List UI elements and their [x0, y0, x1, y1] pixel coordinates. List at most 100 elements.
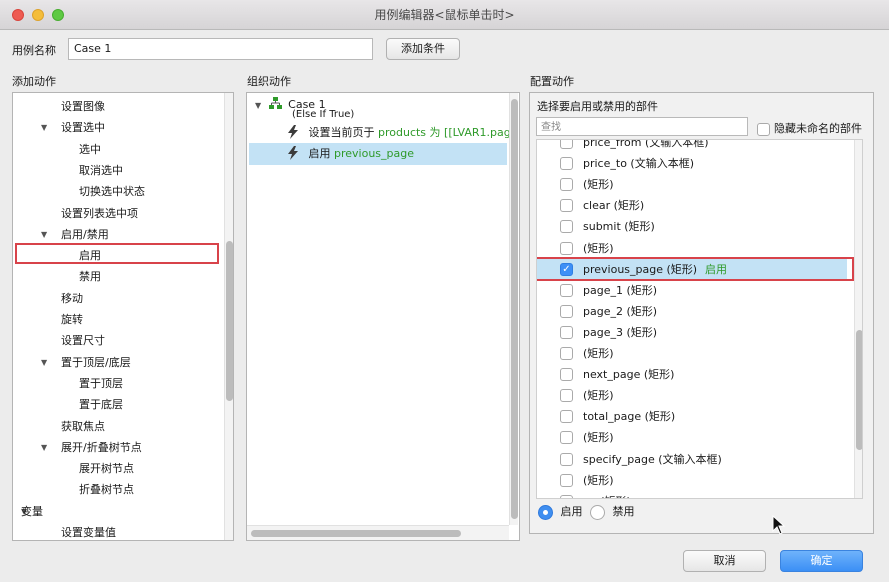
maximize-window-button[interactable] — [52, 9, 64, 21]
widget-label: (矩形) — [583, 473, 614, 487]
widget-row[interactable]: (矩形) — [537, 174, 847, 195]
widget-row[interactable]: submit (矩形) — [537, 216, 847, 237]
widget-label: (矩形) — [583, 347, 614, 360]
widget-label: price_from (文输入本框) — [583, 139, 709, 149]
widget-checkbox[interactable] — [560, 494, 573, 498]
action-tree-item[interactable]: 设置列表选中项 — [13, 203, 218, 224]
expand-caret-icon[interactable]: ▼ — [41, 117, 47, 138]
action-tree-scroll-thumb[interactable] — [226, 241, 233, 401]
widget-row[interactable]: page_1 (矩形) — [537, 280, 847, 301]
minimize-window-button[interactable] — [32, 9, 44, 21]
action-tree-item[interactable]: 取消选中 — [13, 160, 218, 181]
expand-caret-icon[interactable]: ▼ — [255, 101, 261, 110]
widget-row[interactable]: (矩形) — [537, 343, 847, 364]
action-tree-item[interactable]: 禁用 — [13, 266, 218, 287]
hide-unnamed-checkbox[interactable] — [757, 122, 770, 136]
action-tree-scrollbar[interactable] — [224, 93, 233, 540]
action-tree-item[interactable]: 折叠树节点 — [13, 479, 218, 500]
widget-checkbox[interactable] — [560, 220, 573, 234]
action-tree-item[interactable]: ▼ 启用/禁用 — [13, 224, 218, 245]
action-tree-item[interactable]: 选中 — [13, 139, 218, 160]
cancel-button[interactable]: 取消 — [683, 550, 766, 572]
add-condition-button[interactable]: 添加条件 — [386, 38, 460, 60]
action-tree-item[interactable]: 移动 — [13, 288, 218, 309]
widget-checkbox[interactable] — [560, 325, 573, 339]
widget-list-scroll-thumb[interactable] — [856, 330, 862, 450]
action-tree-item[interactable]: 获取焦点 — [13, 416, 218, 437]
widget-label: clear (矩形) — [583, 199, 645, 213]
widget-row[interactable]: price_to (文输入本框) — [537, 153, 847, 174]
action-tree-item[interactable]: 设置尺寸 — [13, 330, 218, 351]
case-node-condition: (Else If True) — [292, 109, 355, 120]
organize-vertical-scrollbar[interactable] — [509, 93, 518, 525]
action-tree-item[interactable]: 设置变量值 — [13, 522, 218, 540]
widget-row[interactable]: specify_page (文输入本框) — [537, 449, 847, 470]
action-row-enable[interactable]: 启用 previous_page — [249, 143, 507, 165]
action-tree-item[interactable]: 置于底层 — [13, 394, 218, 415]
widget-checkbox[interactable] — [560, 389, 573, 403]
hide-unnamed-toggle[interactable]: 隐藏未命名的部件 — [757, 120, 862, 136]
case-name-input[interactable]: Case 1 — [68, 38, 373, 60]
widget-checkbox[interactable] — [560, 347, 573, 360]
widget-checkbox[interactable] — [560, 410, 573, 424]
widget-row[interactable]: go (矩形) — [537, 491, 847, 498]
widget-row[interactable]: price_from (文输入本框) — [537, 139, 847, 153]
widget-row[interactable]: page_3 (矩形) — [537, 322, 847, 343]
action-tree-item[interactable]: 置于顶层 — [13, 373, 218, 394]
widget-row[interactable]: (矩形) — [537, 238, 847, 259]
widget-row[interactable]: (矩形) — [537, 427, 847, 448]
widget-row[interactable]: total_page (矩形) — [537, 406, 847, 427]
widget-label: page_2 (矩形) — [583, 304, 658, 318]
enable-radio[interactable] — [538, 504, 553, 520]
configure-title: 选择要启用或禁用的部件 — [537, 100, 658, 113]
ok-button[interactable]: 确定 — [780, 550, 863, 572]
widget-row[interactable]: page_2 (矩形) — [537, 301, 847, 322]
widget-list-scrollbar[interactable] — [854, 140, 862, 498]
action-tree-item[interactable]: ▼ 置于顶层/底层 — [13, 352, 218, 373]
widget-checkbox[interactable] — [560, 304, 573, 318]
widget-checkbox[interactable] — [560, 431, 573, 445]
action1-target: products 为 [[LVAR1.pag — [378, 126, 511, 139]
widget-label: specify_page (文输入本框) — [583, 452, 722, 466]
disable-radio[interactable] — [590, 504, 605, 520]
widget-search-input[interactable]: 查找 — [536, 117, 748, 136]
action-tree-label: 折叠树节点 — [79, 483, 134, 497]
widget-checkbox[interactable] — [560, 368, 573, 382]
widget-checkbox[interactable] — [560, 283, 573, 297]
organize-vscroll-thumb[interactable] — [511, 99, 518, 519]
widget-checkbox[interactable] — [560, 157, 573, 171]
widget-label: (矩形) — [583, 241, 614, 255]
organize-horizontal-scrollbar[interactable] — [247, 525, 509, 540]
widget-checkbox[interactable] — [560, 199, 573, 213]
action-tree-label: 设置图像 — [61, 100, 105, 113]
action-tree-item[interactable]: 展开树节点 — [13, 458, 218, 479]
organize-hscroll-thumb[interactable] — [251, 530, 461, 537]
widget-checkbox[interactable] — [560, 473, 573, 487]
widget-label: next_page (矩形) — [583, 368, 675, 382]
widget-checkbox[interactable] — [560, 178, 573, 192]
hide-unnamed-label: 隐藏未命名的部件 — [774, 122, 862, 135]
widget-row[interactable]: ✓ previous_page (矩形) 启用 — [537, 256, 854, 281]
action-tree-item[interactable]: ▼ 展开/折叠树节点 — [13, 437, 218, 458]
action-tree-item[interactable]: ▼ 设置选中 — [13, 117, 218, 138]
widget-checkbox[interactable] — [560, 452, 573, 466]
expand-caret-icon[interactable]: ▼ — [41, 352, 47, 373]
action-tree-item[interactable]: 设置图像 — [13, 96, 218, 117]
expand-caret-icon[interactable]: ▼ — [41, 224, 47, 245]
widget-row[interactable]: (矩形) — [537, 470, 847, 491]
action-row-set-page[interactable]: 设置当前页于 products 为 [[LVAR1.pag — [287, 123, 511, 143]
widget-checkbox[interactable] — [560, 241, 573, 255]
action-tree-item[interactable]: ▼ 变量 — [13, 501, 218, 522]
close-window-button[interactable] — [12, 9, 24, 21]
widget-row[interactable]: clear (矩形) — [537, 195, 847, 216]
widget-checkbox[interactable] — [560, 140, 573, 149]
widget-label: (矩形) — [583, 389, 614, 403]
expand-caret-icon[interactable]: ▼ — [41, 437, 47, 458]
action-tree-item[interactable]: 切换选中状态 — [13, 181, 218, 202]
action-tree-label: 设置变量值 — [61, 526, 116, 539]
widget-row[interactable]: (矩形) — [537, 385, 847, 406]
action-tree-label: 获取焦点 — [61, 419, 105, 433]
action-tree-item[interactable]: 启用 — [13, 245, 218, 266]
widget-row[interactable]: next_page (矩形) — [537, 364, 847, 385]
action-tree-item[interactable]: 旋转 — [13, 309, 218, 330]
